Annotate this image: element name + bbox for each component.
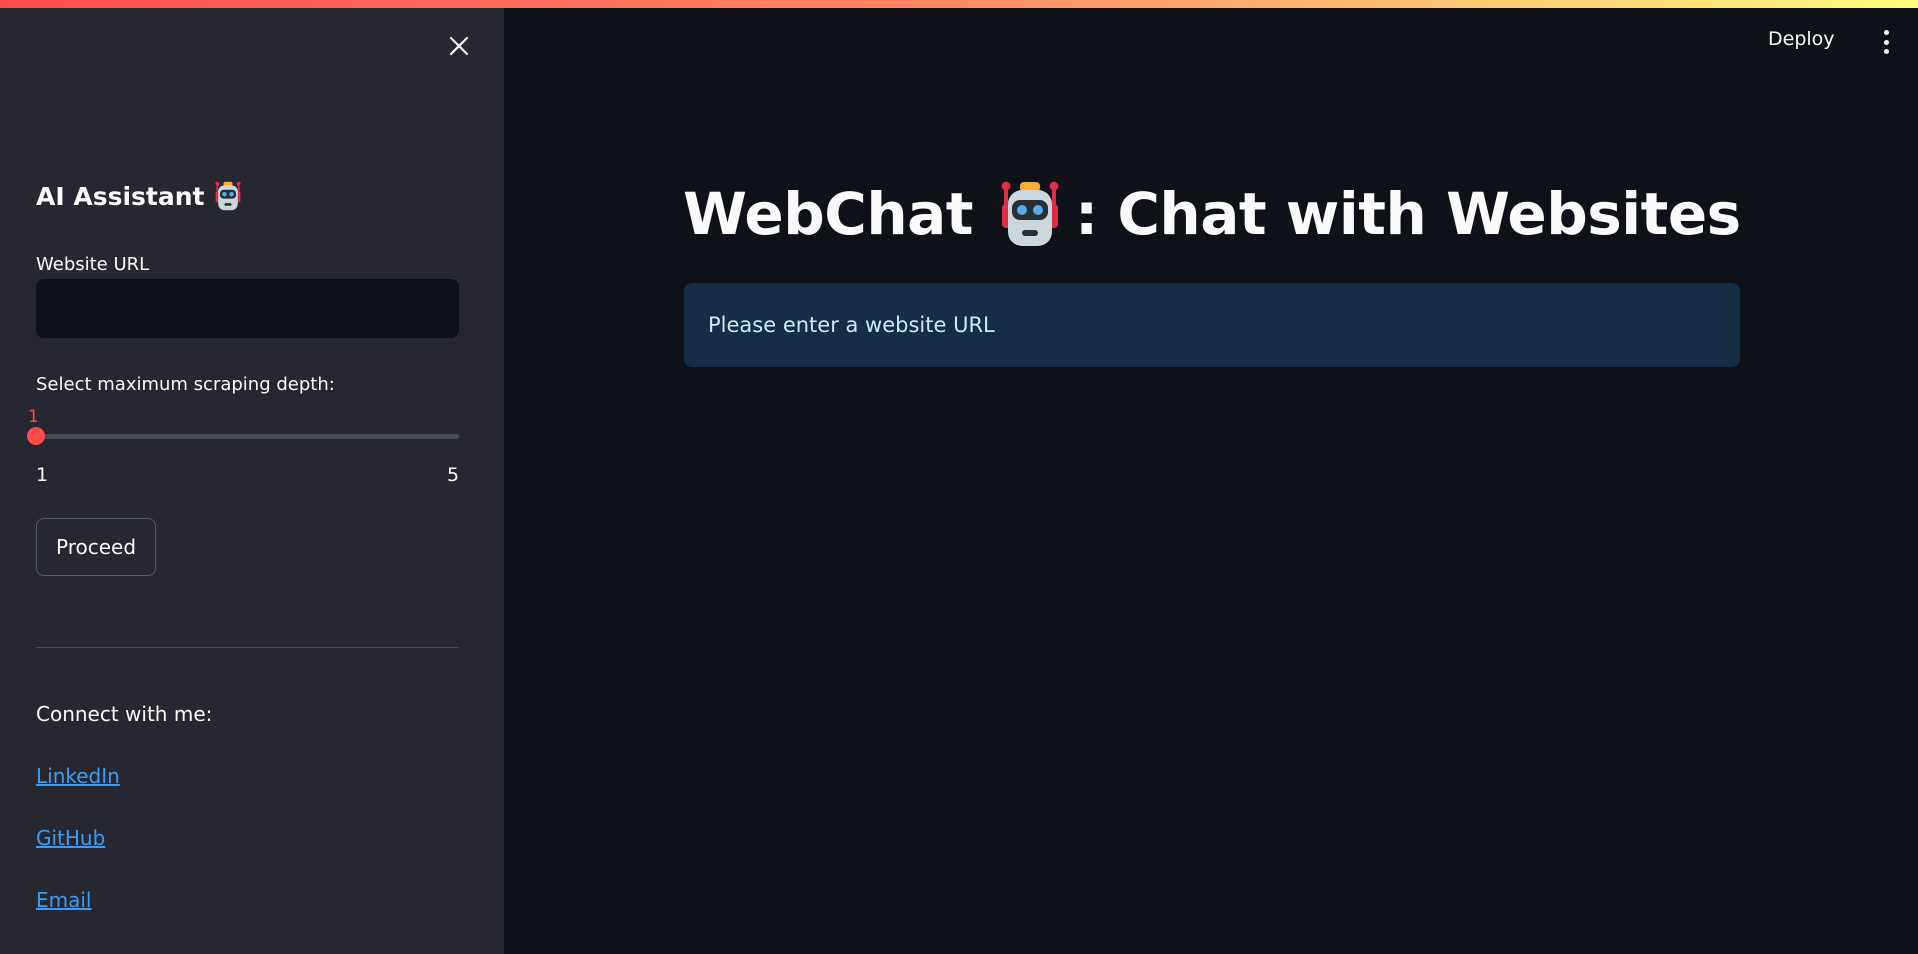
page-title-part2: : Chat with Websites bbox=[1074, 180, 1741, 248]
website-url-input[interactable] bbox=[36, 279, 459, 338]
proceed-button[interactable]: Proceed bbox=[36, 518, 156, 576]
robot-icon bbox=[215, 181, 242, 211]
email-link[interactable]: Email bbox=[36, 888, 92, 912]
main-menu-button[interactable] bbox=[1878, 30, 1894, 54]
close-sidebar-button[interactable] bbox=[443, 30, 475, 62]
info-alert-text: Please enter a website URL bbox=[708, 313, 995, 337]
sidebar: AI Assistant Website URL Select maximum … bbox=[0, 8, 504, 954]
depth-slider-label: Select maximum scraping depth: bbox=[36, 374, 335, 395]
robot-icon bbox=[1001, 181, 1059, 246]
sidebar-title-text: AI Assistant bbox=[36, 181, 205, 211]
kebab-menu-dot bbox=[1883, 49, 1889, 54]
linkedin-link[interactable]: LinkedIn bbox=[36, 764, 120, 788]
sidebar-divider bbox=[36, 647, 459, 648]
depth-slider-max: 5 bbox=[447, 464, 460, 486]
page-title-part1: WebChat bbox=[683, 180, 973, 248]
deploy-button[interactable]: Deploy bbox=[1768, 28, 1835, 50]
depth-slider-track[interactable] bbox=[36, 434, 459, 439]
top-decoration-bar bbox=[0, 0, 1918, 8]
url-field-label: Website URL bbox=[36, 254, 150, 275]
close-icon bbox=[449, 36, 469, 56]
kebab-menu-icon bbox=[1883, 30, 1889, 35]
info-alert: Please enter a website URL bbox=[684, 283, 1740, 367]
depth-slider-value: 1 bbox=[28, 407, 39, 427]
sidebar-title: AI Assistant bbox=[36, 180, 244, 212]
connect-heading: Connect with me: bbox=[36, 702, 213, 726]
depth-slider-min: 1 bbox=[36, 464, 49, 486]
github-link[interactable]: GitHub bbox=[36, 826, 105, 850]
kebab-menu-dot bbox=[1883, 39, 1889, 45]
page-title: WebChat : Chat with Websites bbox=[683, 178, 1741, 250]
depth-slider-thumb[interactable] bbox=[27, 427, 45, 445]
